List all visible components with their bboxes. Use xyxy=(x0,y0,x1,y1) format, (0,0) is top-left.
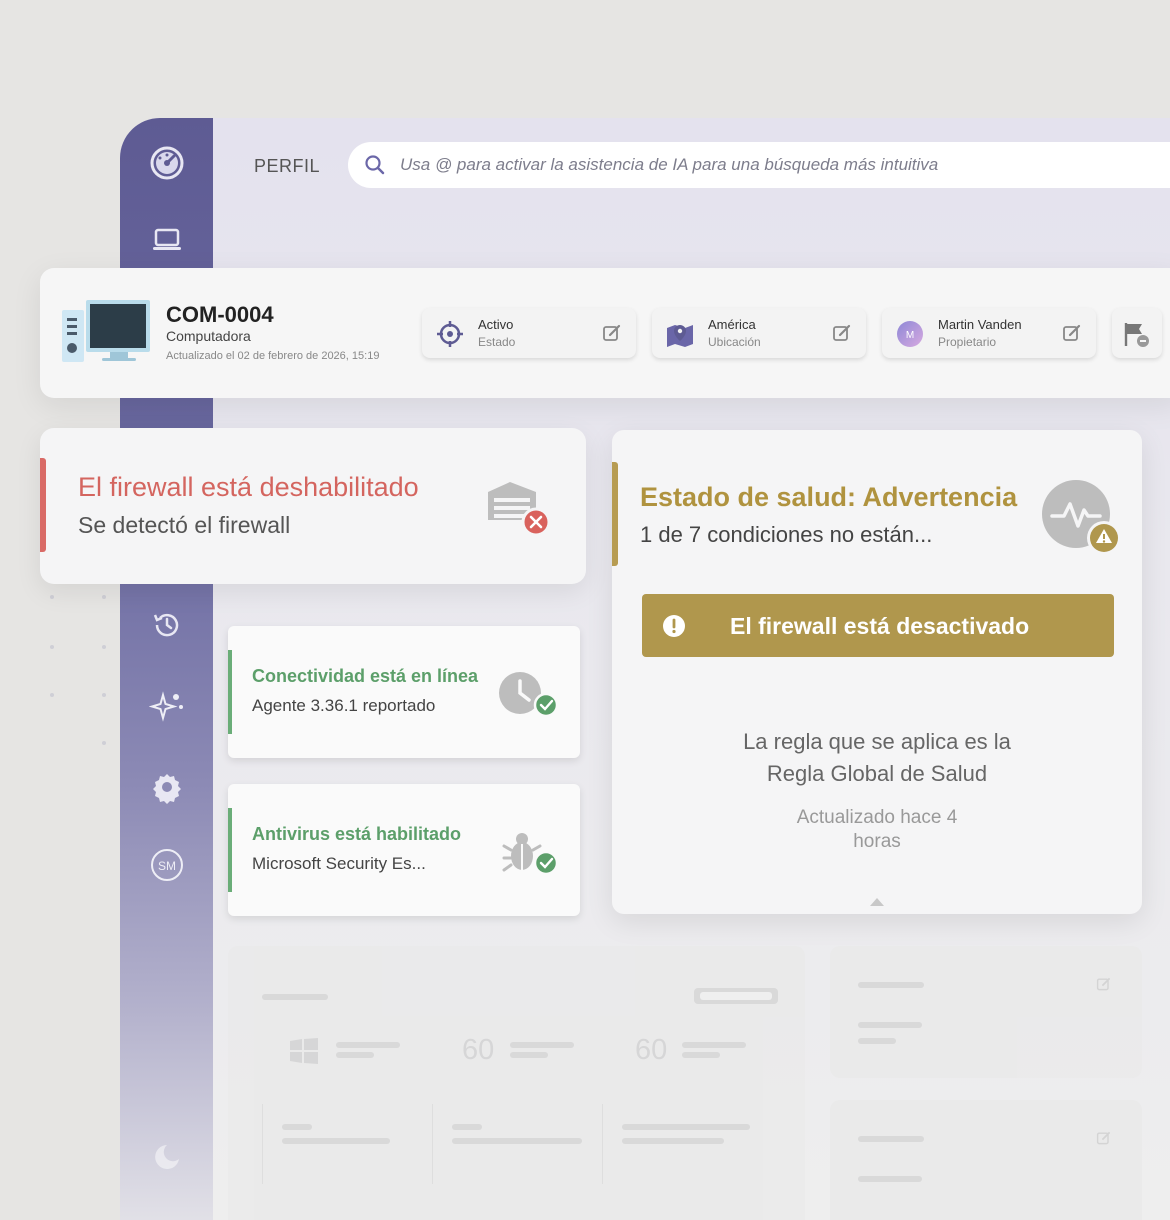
health-updated-text: Actualizado hace 4 horas xyxy=(612,806,1142,854)
device-type: Computadora xyxy=(166,328,251,344)
edit-icon xyxy=(1096,977,1111,991)
avatar-initials: SM xyxy=(158,859,176,873)
search-icon xyxy=(365,155,385,175)
flag-icon xyxy=(1124,323,1149,347)
danger-accent-bar xyxy=(40,458,46,552)
rule-line-2: Regla Global de Salud xyxy=(766,761,988,786)
health-subtitle: 1 de 7 condiciones no están... xyxy=(640,522,933,547)
owner-label: Propietario xyxy=(938,335,997,349)
status-value: Activo xyxy=(478,317,514,332)
placeholder-panel xyxy=(830,1100,1142,1220)
placeholder-number: 60 xyxy=(462,1034,495,1066)
clock-check-icon xyxy=(499,672,559,718)
placeholder-panel xyxy=(830,946,1142,1078)
flag-button[interactable] xyxy=(1112,308,1162,358)
computer-icon xyxy=(62,300,150,362)
edit-icon[interactable] xyxy=(832,323,852,343)
firewall-warning-banner[interactable]: El firewall está desactivado xyxy=(642,594,1114,657)
device-name: COM-0004 xyxy=(166,302,274,327)
device-updated-timestamp: Actualizado el 02 de febrero de 2026, 15… xyxy=(166,350,380,362)
device-header-card: COM-0004 Computadora Actualizado el 02 d… xyxy=(40,268,1170,398)
bug-check-icon xyxy=(502,833,559,876)
owner-avatar-icon: M xyxy=(897,321,923,347)
health-title: Estado de salud: Advertencia xyxy=(640,482,1018,512)
owner-pill[interactable]: M Martin Vanden Propietario xyxy=(882,308,1096,358)
updated-line-2: horas xyxy=(853,831,901,852)
windows-logo-icon xyxy=(290,1038,318,1064)
connectivity-subtitle: Agente 3.36.1 reportado xyxy=(252,696,436,715)
banner-text: El firewall está desactivado xyxy=(730,613,1030,639)
firewall-disabled-icon xyxy=(488,482,551,537)
crosshair-icon xyxy=(437,321,463,347)
user-avatar-sm-icon[interactable]: SM xyxy=(148,846,186,884)
antivirus-subtitle: Microsoft Security Es... xyxy=(252,854,426,873)
firewall-subtitle: Se detectó el firewall xyxy=(78,512,291,538)
settings-gear-icon[interactable] xyxy=(148,768,186,806)
placeholder-panel: 60 60 xyxy=(228,946,805,1220)
map-pin-icon xyxy=(667,325,693,347)
page-title: PERFIL xyxy=(254,156,321,176)
antivirus-title: Antivirus está habilitado xyxy=(252,824,462,844)
health-pulse-warning-icon xyxy=(1042,480,1121,555)
svg-text:M: M xyxy=(906,330,914,341)
edit-icon[interactable] xyxy=(602,323,622,343)
search-input[interactable] xyxy=(400,155,1100,175)
antivirus-card[interactable]: Antivirus está habilitado Microsoft Secu… xyxy=(228,784,580,916)
updated-line-1: Actualizado hace 4 xyxy=(796,807,958,828)
status-pill[interactable]: Activo Estado xyxy=(422,308,636,358)
firewall-alert-card[interactable]: El firewall está deshabilitado Se detect… xyxy=(40,428,586,584)
owner-value: Martin Vanden xyxy=(938,317,1022,332)
history-icon[interactable] xyxy=(148,606,186,644)
caret-up-icon[interactable] xyxy=(870,898,884,906)
edit-icon xyxy=(1096,1131,1111,1145)
location-label: Ubicación xyxy=(708,335,761,349)
status-label: Estado xyxy=(478,335,516,349)
health-status-card: Estado de salud: Advertencia 1 de 7 cond… xyxy=(612,430,1142,914)
exclamation-circle-icon xyxy=(663,615,685,637)
success-accent-bar xyxy=(228,808,232,892)
location-pill[interactable]: América Ubicación xyxy=(652,308,866,358)
dashboard-gauge-icon[interactable] xyxy=(148,144,186,182)
health-rule-text: La regla que se aplica es la Regla Globa… xyxy=(612,726,1142,790)
sparkle-decoration-icon xyxy=(148,1138,186,1176)
connectivity-card[interactable]: Conectividad está en línea Agente 3.36.1… xyxy=(228,626,580,758)
search-bar[interactable] xyxy=(348,142,1170,188)
location-value: América xyxy=(708,317,756,332)
edit-icon[interactable] xyxy=(1062,323,1082,343)
success-accent-bar xyxy=(228,650,232,734)
laptop-icon[interactable] xyxy=(148,220,186,258)
ai-sparkle-icon[interactable] xyxy=(148,686,186,724)
rule-line-1: La regla que se aplica es la xyxy=(743,729,1011,754)
firewall-title: El firewall está deshabilitado xyxy=(78,472,419,502)
connectivity-title: Conectividad está en línea xyxy=(252,666,479,686)
placeholder-number: 60 xyxy=(635,1034,668,1066)
warning-accent-bar xyxy=(612,462,618,566)
